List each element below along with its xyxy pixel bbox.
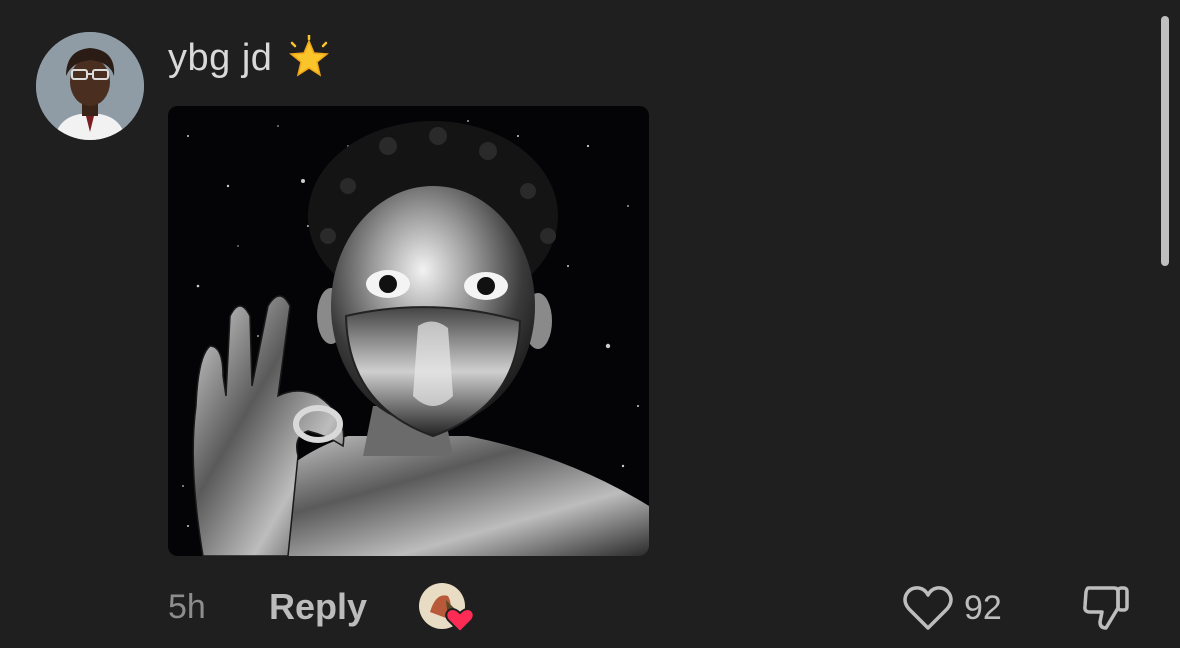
scrollbar[interactable] (1161, 16, 1169, 266)
star-badge-icon (289, 35, 330, 77)
heart-outline-icon (903, 586, 953, 630)
username[interactable]: ybg jd (168, 37, 272, 80)
creator-liked-badge (418, 582, 478, 634)
avatar[interactable] (36, 32, 144, 140)
username-row: ybg jd (168, 30, 332, 86)
heart-badge-icon (445, 608, 475, 634)
comment-media-image[interactable] (168, 106, 649, 556)
reply-button[interactable]: Reply (269, 586, 367, 628)
dislike-button[interactable] (1080, 582, 1132, 637)
like-button[interactable]: 92 (902, 584, 1002, 632)
comment-screen: ybg jd 5h Reply 92 (0, 0, 1180, 648)
comment-time: 5h (168, 588, 206, 626)
avatar-image (36, 32, 144, 140)
like-count: 92 (964, 588, 1002, 627)
chrome-figure-image (168, 106, 649, 556)
comment-footer: 5h Reply 92 (168, 580, 1158, 636)
thumbs-down-icon (1083, 586, 1129, 630)
